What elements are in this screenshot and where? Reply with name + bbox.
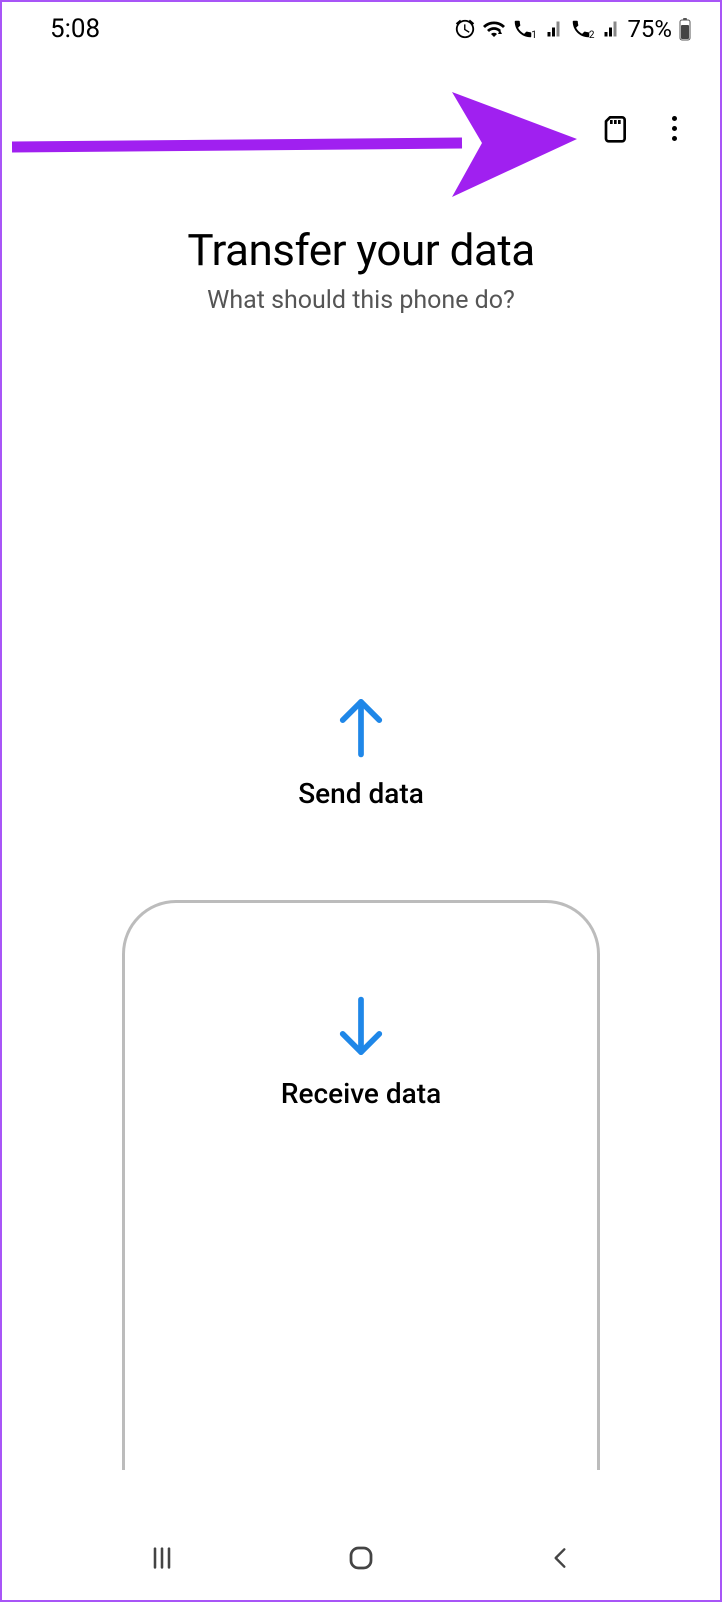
status-icons: 1 2 75%: [454, 15, 692, 43]
nav-recents-button[interactable]: [142, 1538, 182, 1578]
wifi-icon: [482, 17, 506, 41]
header-section: Transfer your data What should this phon…: [2, 224, 720, 315]
signal-2-icon: [603, 20, 621, 38]
page-title: Transfer your data: [2, 224, 720, 276]
send-label: Send data: [2, 777, 720, 810]
app-bar: [2, 50, 720, 146]
call-2-icon: 2: [570, 18, 598, 40]
battery-icon: [678, 17, 692, 41]
battery-percent: 75%: [627, 15, 672, 43]
arrow-up-icon: [333, 695, 389, 763]
send-data-button[interactable]: Send data: [2, 695, 720, 830]
options-area: Send data Receive data: [2, 695, 720, 1470]
page-subtitle: What should this phone do?: [2, 286, 720, 315]
receive-data-button[interactable]: Receive data: [122, 900, 600, 1470]
sd-card-button[interactable]: [596, 110, 632, 146]
nav-home-button[interactable]: [341, 1538, 381, 1578]
alarm-icon: [454, 18, 476, 40]
more-options-button[interactable]: [656, 110, 692, 146]
status-bar: 5:08 1 2 75%: [2, 2, 720, 50]
receive-label: Receive data: [125, 1077, 597, 1110]
navigation-bar: [2, 1516, 720, 1600]
call-1-icon: 1: [512, 18, 540, 40]
nav-back-button[interactable]: [540, 1538, 580, 1578]
arrow-down-icon: [333, 995, 389, 1063]
signal-1-icon: [546, 20, 564, 38]
status-time: 5:08: [50, 14, 100, 44]
